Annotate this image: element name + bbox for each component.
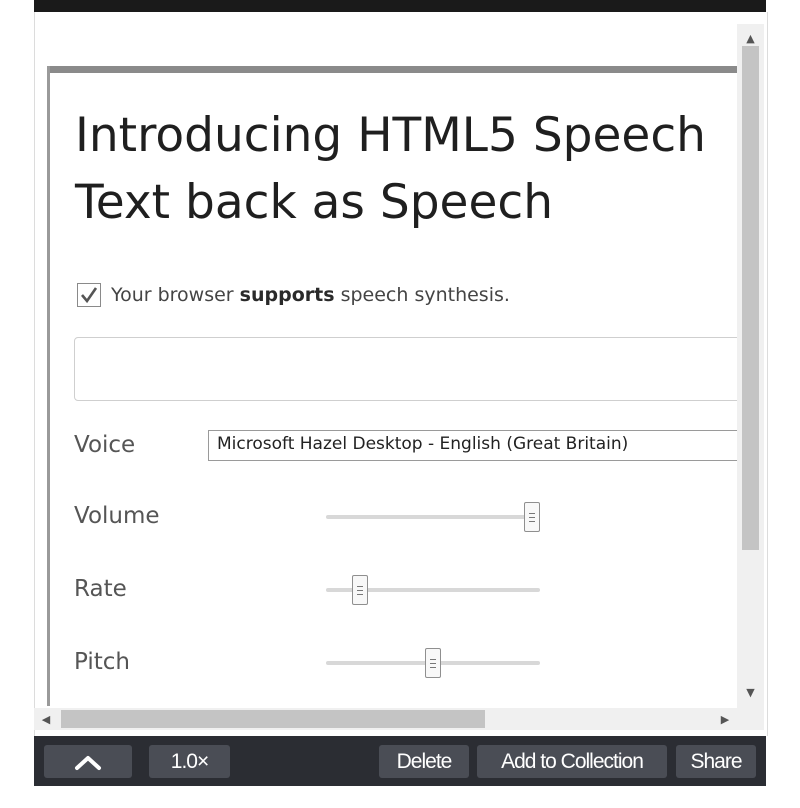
app-window: Introducing HTML5 Speech Text back as Sp… bbox=[0, 0, 800, 808]
scroll-down-icon[interactable]: ▼ bbox=[737, 682, 764, 702]
speech-text-input[interactable] bbox=[74, 337, 737, 401]
pitch-slider[interactable] bbox=[326, 646, 540, 680]
volume-slider-track bbox=[326, 515, 540, 519]
volume-label: Volume bbox=[74, 503, 160, 529]
add-to-collection-button[interactable]: Add to Collection bbox=[477, 745, 667, 778]
checkmark-icon bbox=[81, 287, 98, 304]
viewport-top-border bbox=[47, 66, 737, 73]
scroll-up-icon[interactable]: ▲ bbox=[737, 28, 764, 48]
viewport-left-border bbox=[47, 66, 50, 706]
playback-speed-button[interactable]: 1.0× bbox=[149, 745, 230, 778]
bottom-margin bbox=[34, 786, 766, 808]
page-heading: Introducing HTML5 Speech Text back as Sp… bbox=[75, 102, 737, 236]
support-text: Your browser supports speech synthesis. bbox=[111, 284, 510, 306]
voice-select[interactable]: Microsoft Hazel Desktop - English (Great… bbox=[208, 430, 737, 461]
pitch-slider-thumb[interactable] bbox=[425, 648, 441, 678]
collapse-button[interactable] bbox=[44, 745, 132, 778]
bottom-toolbar: 1.0× Delete Add to Collection Share bbox=[34, 736, 766, 786]
vertical-scrollbar[interactable]: ▲ ▼ bbox=[737, 24, 764, 706]
volume-slider-thumb[interactable] bbox=[524, 502, 540, 532]
rate-slider[interactable] bbox=[326, 573, 540, 607]
rate-slider-thumb[interactable] bbox=[351, 575, 368, 605]
scrollbar-corner bbox=[737, 706, 764, 730]
support-text-strong: supports bbox=[239, 284, 335, 306]
horizontal-scroll-thumb[interactable] bbox=[61, 710, 485, 728]
support-checkbox[interactable] bbox=[77, 283, 101, 307]
chevron-up-icon bbox=[75, 755, 101, 770]
scroll-left-icon[interactable]: ◀ bbox=[36, 708, 56, 730]
page-heading-line-2: Text back as Speech bbox=[75, 175, 553, 230]
support-status: Your browser supports speech synthesis. bbox=[77, 280, 510, 310]
embedded-page-viewport: Introducing HTML5 Speech Text back as Sp… bbox=[47, 66, 737, 706]
volume-slider[interactable] bbox=[326, 500, 540, 534]
vertical-scroll-thumb[interactable] bbox=[742, 46, 759, 550]
page-heading-line-1: Introducing HTML5 Speech bbox=[75, 108, 706, 163]
rate-label: Rate bbox=[74, 576, 127, 602]
top-window-strip bbox=[34, 0, 766, 12]
delete-button[interactable]: Delete bbox=[379, 745, 469, 778]
pitch-label: Pitch bbox=[74, 649, 130, 675]
voice-label: Voice bbox=[74, 432, 136, 458]
support-text-suffix: speech synthesis. bbox=[340, 284, 510, 306]
support-text-prefix: Your browser bbox=[111, 284, 234, 306]
scroll-right-icon[interactable]: ▶ bbox=[715, 708, 735, 730]
share-button[interactable]: Share bbox=[676, 745, 756, 778]
horizontal-scrollbar[interactable]: ◀ ▶ bbox=[34, 708, 737, 730]
